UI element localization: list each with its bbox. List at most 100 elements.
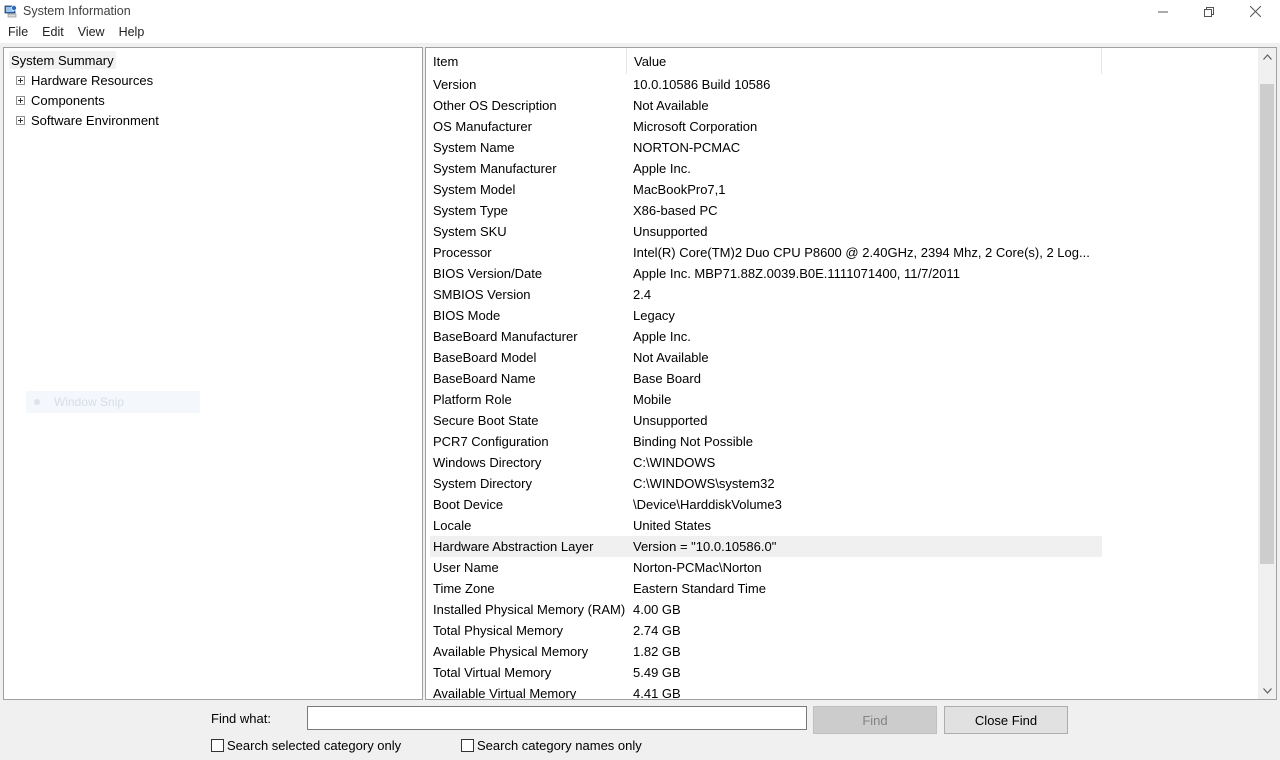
- table-row[interactable]: System Directory C:\WINDOWS\system32: [430, 473, 1102, 494]
- snip-icon: [34, 399, 40, 405]
- tree-item-label: Components: [31, 92, 105, 108]
- search-category-names-option[interactable]: Search category names only: [461, 738, 642, 753]
- expand-plus-icon[interactable]: [16, 115, 25, 125]
- table-row[interactable]: Other OS Description Not Available: [430, 95, 1102, 116]
- menu-help[interactable]: Help: [112, 23, 152, 43]
- table-row[interactable]: BaseBoard Model Not Available: [430, 347, 1102, 368]
- scroll-down-button[interactable]: [1258, 682, 1276, 699]
- menu-file[interactable]: File: [0, 23, 35, 43]
- close-find-button[interactable]: Close Find: [944, 706, 1068, 734]
- expand-plus-icon[interactable]: [16, 75, 25, 85]
- table-row[interactable]: Hardware Abstraction Layer Version = "10.…: [430, 536, 1102, 557]
- find-button[interactable]: Find: [813, 706, 937, 734]
- row-value-cell: Unsupported: [633, 224, 708, 239]
- table-row[interactable]: System Manufacturer Apple Inc.: [430, 158, 1102, 179]
- minimize-icon: [1158, 11, 1168, 12]
- row-item-cell: Available Physical Memory: [433, 644, 589, 659]
- scroll-up-button[interactable]: [1258, 48, 1276, 65]
- expand-plus-icon[interactable]: [16, 95, 25, 105]
- row-item-cell: System Type: [433, 203, 508, 218]
- table-row[interactable]: BIOS Version/Date Apple Inc. MBP71.88Z.00…: [430, 263, 1102, 284]
- find-what-text: Find what:: [211, 711, 271, 726]
- search-category-names-checkbox[interactable]: [461, 739, 474, 752]
- search-selected-category-option[interactable]: Search selected category only: [211, 738, 401, 753]
- menu-bar: File Edit View Help: [0, 23, 1280, 43]
- row-item-cell: Processor: [433, 245, 492, 260]
- vertical-scrollbar[interactable]: [1258, 48, 1276, 699]
- table-row[interactable]: SMBIOS Version 2.4: [430, 284, 1102, 305]
- tree-item-label: Hardware Resources: [31, 72, 154, 88]
- tree-item-hardware-resources[interactable]: Hardware Resources: [16, 71, 153, 89]
- column-header-value[interactable]: Value: [627, 48, 1102, 74]
- snip-label: Window Snip: [54, 395, 125, 409]
- row-item-cell: System Manufacturer: [433, 161, 557, 176]
- table-row[interactable]: Total Virtual Memory 5.49 GB: [430, 662, 1102, 683]
- find-what-input[interactable]: [307, 706, 807, 730]
- table-row[interactable]: Available Physical Memory 1.82 GB: [430, 641, 1102, 662]
- row-value-cell: 5.49 GB: [633, 665, 681, 680]
- row-item-cell: SMBIOS Version: [433, 287, 531, 302]
- row-value-cell: 4.00 GB: [633, 602, 681, 617]
- table-row[interactable]: Time Zone Eastern Standard Time: [430, 578, 1102, 599]
- row-value-cell: Version = "10.0.10586.0": [633, 539, 777, 554]
- table-row[interactable]: Windows Directory C:\WINDOWS: [430, 452, 1102, 473]
- row-item-cell: System Name: [433, 140, 515, 155]
- minimize-button[interactable]: [1140, 0, 1186, 23]
- row-item-cell: BaseBoard Model: [433, 350, 537, 365]
- close-button[interactable]: [1232, 0, 1278, 23]
- close-icon: [1249, 6, 1261, 17]
- chevron-up-icon: [1262, 53, 1272, 60]
- table-row[interactable]: OS Manufacturer Microsoft Corporation: [430, 116, 1102, 137]
- search-selected-category-checkbox[interactable]: [211, 739, 224, 752]
- table-row[interactable]: Total Physical Memory 2.74 GB: [430, 620, 1102, 641]
- row-value-cell: 1.82 GB: [633, 644, 681, 659]
- table-row[interactable]: Secure Boot State Unsupported: [430, 410, 1102, 431]
- table-row[interactable]: System Type X86-based PC: [430, 200, 1102, 221]
- tree-item-components[interactable]: Components: [16, 91, 105, 109]
- tree-item-system-summary[interactable]: System Summary: [9, 51, 116, 69]
- table-row[interactable]: Processor Intel(R) Core(TM)2 Duo CPU P860…: [430, 242, 1102, 263]
- table-row[interactable]: Boot Device \Device\HarddiskVolume3: [430, 494, 1102, 515]
- search-selected-category-label: Search selected category only: [227, 738, 402, 753]
- list-header: Item Value: [426, 48, 1260, 74]
- table-row[interactable]: System SKU Unsupported: [430, 221, 1102, 242]
- row-value-cell: Apple Inc.: [633, 329, 691, 344]
- row-value-cell: Microsoft Corporation: [633, 119, 758, 134]
- column-header-item[interactable]: Item: [426, 48, 627, 74]
- restore-button[interactable]: [1186, 0, 1232, 23]
- scroll-thumb[interactable]: [1260, 84, 1274, 564]
- category-tree[interactable]: System Summary Hardware Resources Compon…: [3, 47, 423, 700]
- row-value-cell: Mobile: [633, 392, 672, 407]
- table-row[interactable]: Version 10.0.10586 Build 10586: [430, 74, 1102, 95]
- row-item-cell: BaseBoard Manufacturer: [433, 329, 578, 344]
- table-row[interactable]: System Name NORTON-PCMAC: [430, 137, 1102, 158]
- row-item-cell: System Directory: [433, 476, 532, 491]
- table-row[interactable]: Platform Role Mobile: [430, 389, 1102, 410]
- table-row[interactable]: Installed Physical Memory (RAM) 4.00 GB: [430, 599, 1102, 620]
- table-row[interactable]: Locale United States: [430, 515, 1102, 536]
- table-row[interactable]: System Model MacBookPro7,1: [430, 179, 1102, 200]
- row-value-cell: MacBookPro7,1: [633, 182, 726, 197]
- row-value-cell: Apple Inc. MBP71.88Z.0039.B0E.1111071400…: [633, 266, 960, 281]
- table-row[interactable]: User Name Norton-PCMac\Norton: [430, 557, 1102, 578]
- row-value-cell: Base Board: [633, 371, 701, 386]
- table-row[interactable]: Available Virtual Memory 4.41 GB: [430, 683, 1102, 699]
- menu-edit[interactable]: Edit: [35, 23, 71, 43]
- details-list[interactable]: Item Value Version 10.0.10586 Build 10586…: [425, 47, 1277, 700]
- window-snip-overlay: Window Snip: [26, 391, 200, 413]
- table-row[interactable]: BaseBoard Name Base Board: [430, 368, 1102, 389]
- table-row[interactable]: BaseBoard Manufacturer Apple Inc.: [430, 326, 1102, 347]
- row-value-cell: C:\WINDOWS\system32: [633, 476, 775, 491]
- row-item-cell: BaseBoard Name: [433, 371, 536, 386]
- row-item-cell: BIOS Version/Date: [433, 266, 543, 281]
- tree-item-software-environment[interactable]: Software Environment: [16, 111, 159, 129]
- row-value-cell: Legacy: [633, 308, 675, 323]
- table-row[interactable]: PCR7 Configuration Binding Not Possible: [430, 431, 1102, 452]
- menu-view[interactable]: View: [71, 23, 112, 43]
- list-rows: Version 10.0.10586 Build 10586 Other OS De…: [430, 74, 1102, 699]
- row-value-cell: Intel(R) Core(TM)2 Duo CPU P8600 @ 2.40G…: [633, 245, 1090, 260]
- table-row[interactable]: BIOS Mode Legacy: [430, 305, 1102, 326]
- row-value-cell: Eastern Standard Time: [633, 581, 766, 596]
- row-item-cell: User Name: [433, 560, 499, 575]
- row-item-cell: Total Virtual Memory: [433, 665, 552, 680]
